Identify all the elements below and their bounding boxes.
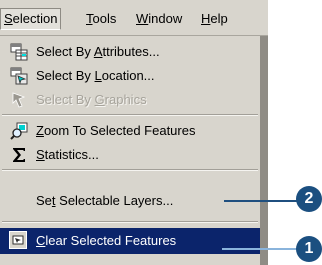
menu-separator: [2, 169, 258, 171]
menu-item-select-by-location[interactable]: Select By Location...: [0, 64, 260, 88]
menu-help[interactable]: Help: [201, 10, 228, 28]
zoom-selected-icon: [10, 122, 28, 140]
menu-edge: [260, 36, 268, 265]
menu-selection[interactable]: Selection: [0, 8, 62, 30]
sigma-icon: [13, 148, 25, 162]
menu-bar: Selection Tools Window Help: [0, 0, 268, 36]
clear-selection-icon: [12, 235, 24, 245]
menu-item-select-by-graphics: Select By Graphics: [0, 88, 260, 112]
attributes-table-icon: [10, 43, 28, 61]
menu-window[interactable]: Window: [136, 10, 182, 28]
select-location-icon: [10, 67, 28, 85]
callout-marker: 2: [296, 186, 322, 212]
menu-item-statistics[interactable]: Statistics...: [0, 143, 260, 167]
menu-separator: [2, 114, 258, 116]
select-graphics-icon: [12, 92, 26, 108]
menu-item-set-selectable-layers[interactable]: Set Selectable Layers...: [0, 189, 260, 213]
menu-item-select-by-attributes[interactable]: Select By Attributes...: [0, 40, 260, 64]
menu-tools[interactable]: Tools: [86, 10, 116, 28]
menu-separator: [2, 221, 258, 223]
menu-item-clear-selected-features[interactable]: Clear Selected Features: [0, 228, 260, 254]
callout-marker: 1: [296, 236, 322, 262]
menu-item-zoom-to-selected[interactable]: Zoom To Selected Features: [0, 119, 260, 143]
